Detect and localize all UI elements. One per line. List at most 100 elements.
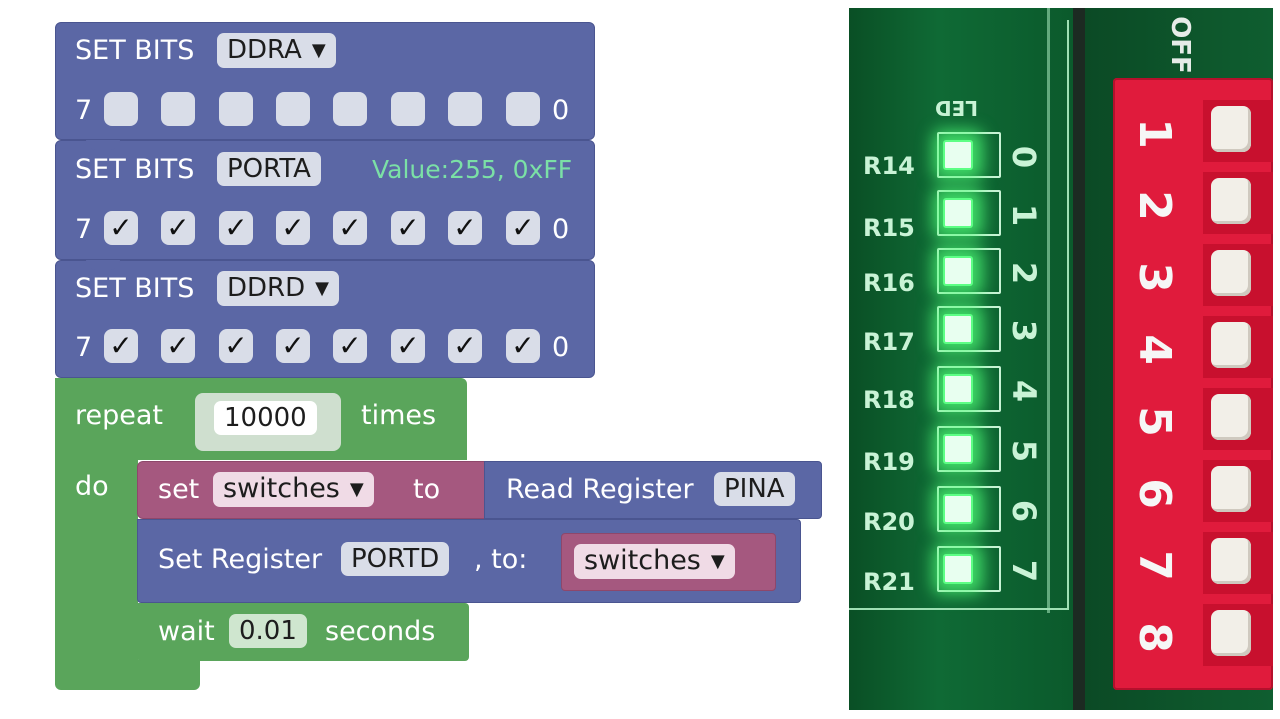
bit2-checkbox[interactable]: ✓ xyxy=(391,329,425,363)
bit-lsb-label: 0 xyxy=(552,95,570,126)
variable-name: switches xyxy=(584,545,701,576)
bit1-checkbox[interactable]: ✓ xyxy=(448,329,482,363)
register-dropdown[interactable]: DDRD ▼ xyxy=(217,271,339,306)
bit-lsb-label: 0 xyxy=(552,332,570,363)
led-light-icon xyxy=(943,256,973,286)
dip-switch-knob-icon xyxy=(1211,538,1251,584)
dip-number: 4 xyxy=(1128,334,1180,365)
bit-lsb-label: 0 xyxy=(552,214,570,245)
dip-number: 6 xyxy=(1128,478,1180,509)
bit4-checkbox[interactable]: ✓ xyxy=(276,211,310,245)
bit-msb-label: 7 xyxy=(75,332,93,363)
bit4-checkbox[interactable] xyxy=(276,92,310,126)
register-dropdown[interactable]: DDRA ▼ xyxy=(217,33,336,68)
wait-label: wait xyxy=(158,616,215,647)
set-bits-label: SET BITS xyxy=(75,273,195,304)
repeat-block-footer xyxy=(55,660,200,690)
led-number: 5 xyxy=(1005,439,1044,463)
dip-off-label: OFF xyxy=(1164,16,1195,74)
led-number: 1 xyxy=(1005,203,1044,227)
bit3-checkbox[interactable] xyxy=(333,92,367,126)
repeat-label: repeat xyxy=(75,400,164,431)
bit5-checkbox[interactable] xyxy=(219,92,253,126)
register-value-readout: Value:255, 0xFF xyxy=(372,155,573,184)
dropdown-arrow-icon: ▼ xyxy=(349,479,364,500)
repeat-count-input[interactable]: 10000 xyxy=(214,401,317,435)
bit1-checkbox[interactable] xyxy=(448,92,482,126)
resistor-label: R16 xyxy=(863,269,915,297)
dropdown-arrow-icon: ▼ xyxy=(710,551,725,572)
to-label: , to: xyxy=(474,544,528,575)
bit2-checkbox[interactable] xyxy=(391,92,425,126)
bit2-checkbox[interactable]: ✓ xyxy=(391,211,425,245)
dip-switch-knob-icon xyxy=(1211,394,1251,440)
dip-switch-knob-icon xyxy=(1211,250,1251,296)
dip-switch-photo: OFF 1 2 3 4 5 6 7 8 xyxy=(1085,8,1273,710)
bit7-checkbox[interactable]: ✓ xyxy=(104,329,138,363)
board-edge xyxy=(1047,8,1050,613)
led-light-icon xyxy=(943,374,973,404)
led-number: 6 xyxy=(1005,499,1044,523)
dip-switch-knob-icon xyxy=(1211,178,1251,224)
variable-dropdown[interactable]: switches ▼ xyxy=(213,472,374,507)
resistor-label: R18 xyxy=(863,386,915,414)
dip-number: 3 xyxy=(1128,262,1180,293)
set-label: set xyxy=(158,474,200,505)
resistor-label: R21 xyxy=(863,568,915,596)
register-value: DDRA xyxy=(227,35,302,65)
bit-msb-label: 7 xyxy=(75,95,93,126)
variable-name: switches xyxy=(223,473,340,504)
led-light-icon xyxy=(943,554,973,584)
bit-msb-label: 7 xyxy=(75,214,93,245)
led-light-icon xyxy=(943,494,973,524)
led-light-icon xyxy=(943,434,973,464)
repeat-do-label: do xyxy=(75,471,109,502)
dip-switch-body xyxy=(1113,78,1273,690)
dropdown-arrow-icon: ▼ xyxy=(315,278,329,299)
bit6-checkbox[interactable]: ✓ xyxy=(161,211,195,245)
led-board-photo: LED R14 R15 R16 R17 R18 R19 R20 R21 0 1 … xyxy=(849,8,1073,710)
resistor-label: R20 xyxy=(863,508,915,536)
bit6-checkbox[interactable] xyxy=(161,92,195,126)
block-notch xyxy=(86,260,120,270)
dip-switch-knob-icon xyxy=(1211,322,1251,368)
variable-dropdown[interactable]: switches ▼ xyxy=(574,544,735,579)
set-register-label: Set Register xyxy=(158,544,323,575)
register-field[interactable]: PORTA xyxy=(217,152,321,186)
led-light-icon xyxy=(943,314,973,344)
bit0-checkbox[interactable]: ✓ xyxy=(506,329,540,363)
bit7-checkbox[interactable]: ✓ xyxy=(104,211,138,245)
led-header-label: LED xyxy=(935,96,979,120)
dip-number: 7 xyxy=(1128,550,1180,581)
bit3-checkbox[interactable]: ✓ xyxy=(333,329,367,363)
led-number: 3 xyxy=(1005,319,1044,343)
led-number: 4 xyxy=(1005,379,1044,403)
dropdown-arrow-icon: ▼ xyxy=(311,40,326,61)
led-light-icon xyxy=(943,198,973,228)
dip-switch-knob-icon xyxy=(1211,466,1251,512)
bit1-checkbox[interactable]: ✓ xyxy=(448,211,482,245)
resistor-label: R17 xyxy=(863,328,915,356)
bit4-checkbox[interactable]: ✓ xyxy=(276,329,310,363)
bit3-checkbox[interactable]: ✓ xyxy=(333,211,367,245)
to-label: to xyxy=(413,474,441,505)
block-notch xyxy=(86,140,120,150)
read-register-label: Read Register xyxy=(506,474,694,505)
set-bits-label: SET BITS xyxy=(75,35,195,66)
wait-value-input[interactable]: 0.01 xyxy=(229,614,307,648)
bit6-checkbox[interactable]: ✓ xyxy=(161,329,195,363)
read-register-field[interactable]: PINA xyxy=(714,472,795,506)
bit0-checkbox[interactable]: ✓ xyxy=(506,211,540,245)
led-number: 0 xyxy=(1005,145,1044,169)
dip-number: 1 xyxy=(1128,118,1180,149)
set-bits-label: SET BITS xyxy=(75,154,195,185)
repeat-times-label: times xyxy=(361,400,437,431)
board-gap xyxy=(1073,8,1085,710)
resistor-label: R15 xyxy=(863,214,915,242)
register-field[interactable]: PORTD xyxy=(341,542,450,576)
bit5-checkbox[interactable]: ✓ xyxy=(219,329,253,363)
bit0-checkbox[interactable] xyxy=(506,92,540,126)
wait-unit-label: seconds xyxy=(325,616,436,647)
bit7-checkbox[interactable] xyxy=(104,92,138,126)
bit5-checkbox[interactable]: ✓ xyxy=(219,211,253,245)
